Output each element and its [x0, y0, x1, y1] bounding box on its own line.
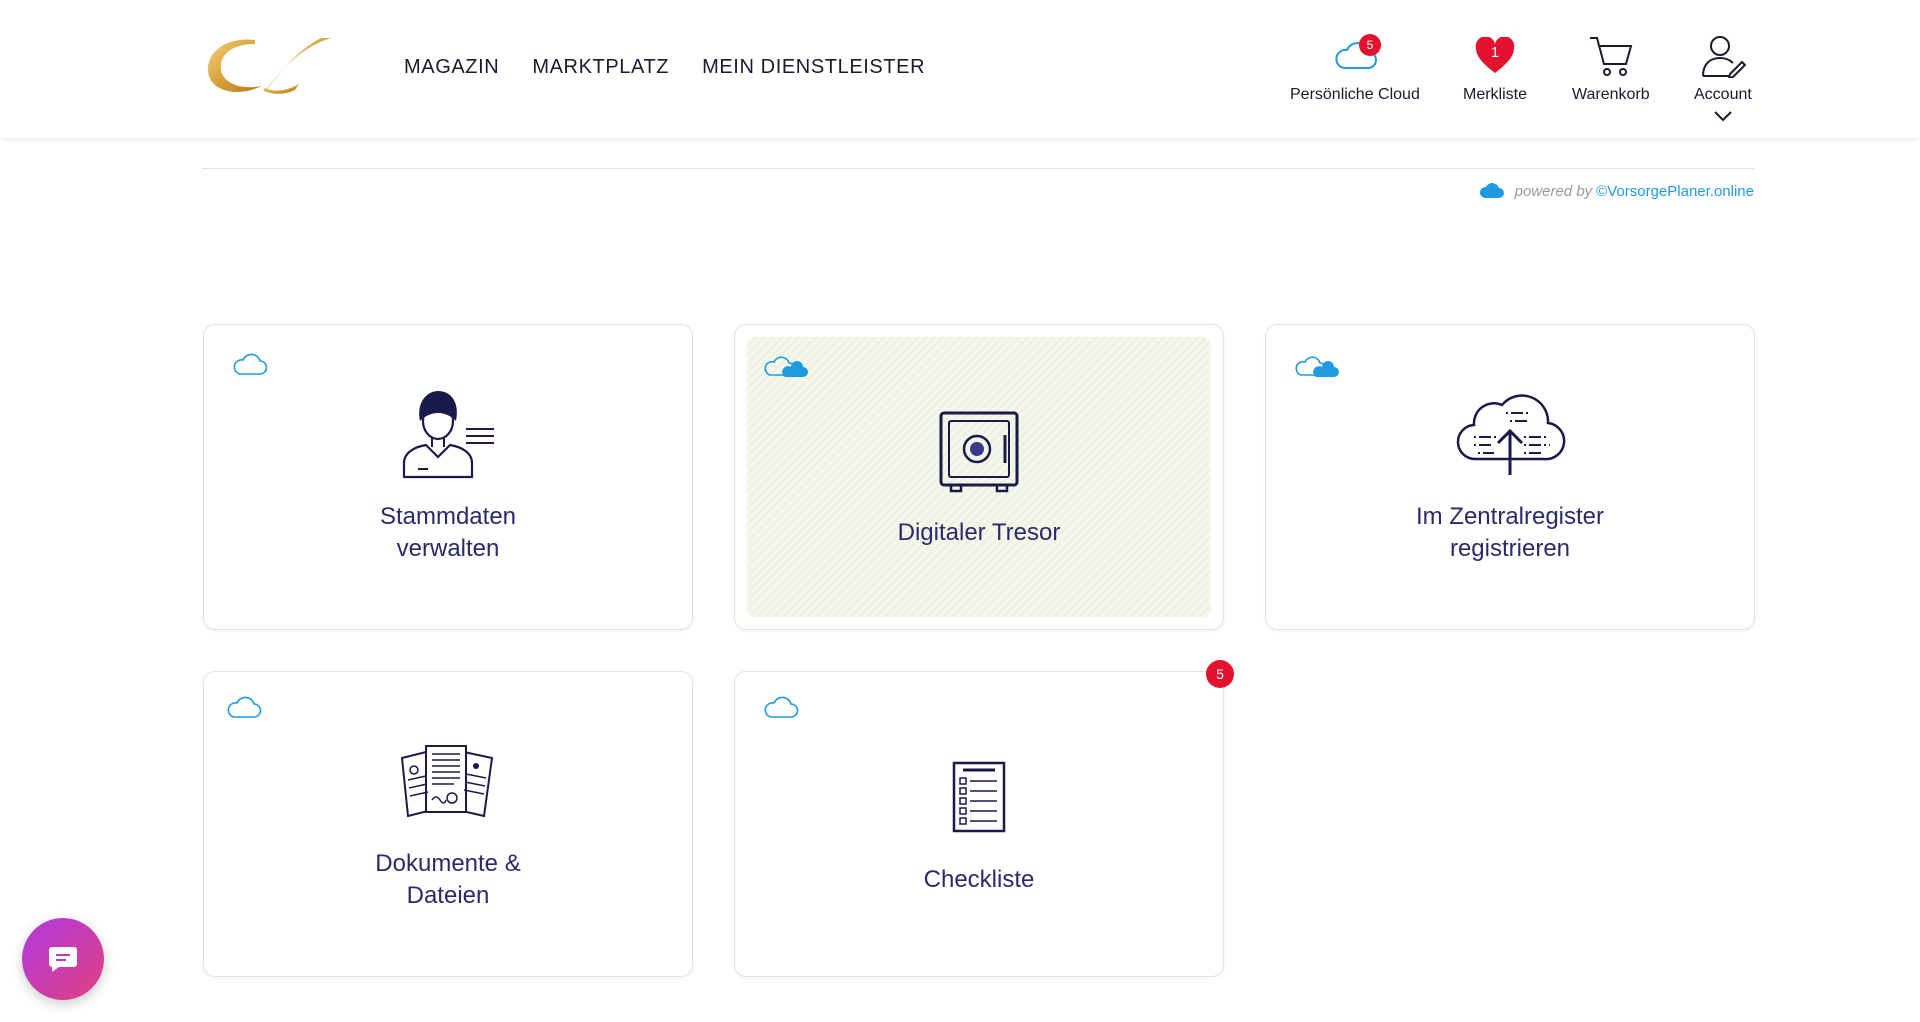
personal-cloud-label: Persönliche Cloud — [1290, 86, 1420, 103]
cloud-icon — [233, 353, 268, 375]
cloud-upload-icon — [1456, 394, 1566, 475]
main-nav: MAGAZIN MARKTPLATZ MEIN DIENSTLEISTER — [404, 56, 925, 79]
wishlist-count: 1 — [1490, 44, 1500, 61]
wishlist-label: Merkliste — [1463, 86, 1528, 103]
powered-by-prefix: powered by — [1514, 182, 1593, 200]
documents-icon — [400, 745, 494, 818]
checklist-badge: 5 — [1206, 660, 1234, 688]
account-label: Account — [1694, 86, 1752, 103]
card-checkliste[interactable]: Checkliste — [734, 671, 1224, 977]
cloud-filled-icon — [1479, 183, 1504, 198]
heart-icon: 1 — [1471, 32, 1519, 80]
card-dokumente[interactable]: Dokumente & Dateien — [203, 671, 693, 977]
account-menu[interactable]: Account — [1694, 32, 1752, 122]
top-header: MAGAZIN MARKTPLATZ MEIN DIENSTLEISTER 5 … — [0, 0, 1920, 138]
cloud-sync-icon — [764, 356, 808, 377]
nav-magazin[interactable]: MAGAZIN — [404, 56, 499, 79]
cart-label: Warenkorb — [1572, 86, 1650, 103]
chat-button[interactable] — [22, 918, 104, 1000]
wishlist-link[interactable]: 1 Merkliste — [1463, 32, 1527, 104]
chat-bubble-icon — [49, 947, 77, 972]
card-title: Stammdaten verwalten — [379, 503, 517, 562]
card-title: Checkliste — [923, 866, 1035, 893]
safe-icon — [939, 411, 1019, 493]
card-title: Im Zentralregister registrieren — [1415, 503, 1605, 562]
nav-mein-dienstleister[interactable]: MEIN DIENSTLEISTER — [702, 56, 925, 79]
powered-by: powered by ©VorsorgePlaner.online — [1479, 182, 1754, 200]
brand-logo[interactable] — [203, 34, 333, 98]
card-digitaler-tresor[interactable]: Digitaler Tresor — [734, 324, 1224, 630]
cloud-icon — [764, 696, 799, 718]
cart-icon — [1587, 32, 1635, 80]
cloud-sync-icon — [1295, 356, 1339, 377]
checklist-icon — [952, 761, 1006, 833]
user-edit-icon — [1699, 32, 1747, 80]
card-zentralregister[interactable]: Im Zentralregister registrieren — [1265, 324, 1755, 630]
cloud-icon: 5 — [1331, 32, 1381, 80]
divider — [202, 168, 1754, 169]
cloud-icon — [227, 696, 262, 718]
chevron-down-icon[interactable] — [1713, 110, 1733, 122]
personal-cloud-link[interactable]: 5 Persönliche Cloud — [1290, 32, 1420, 104]
cloud-badge: 5 — [1358, 34, 1381, 56]
nav-marktplatz[interactable]: MARKTPLATZ — [532, 56, 669, 79]
powered-by-link[interactable]: ©VorsorgePlaner.online — [1596, 183, 1754, 200]
card-stammdaten[interactable]: Stammdaten verwalten — [203, 324, 693, 630]
person-profile-icon — [402, 391, 494, 479]
card-title: Dokumente & Dateien — [375, 850, 521, 909]
cart-link[interactable]: Warenkorb — [1572, 32, 1650, 104]
card-title: Digitaler Tresor — [897, 519, 1061, 546]
